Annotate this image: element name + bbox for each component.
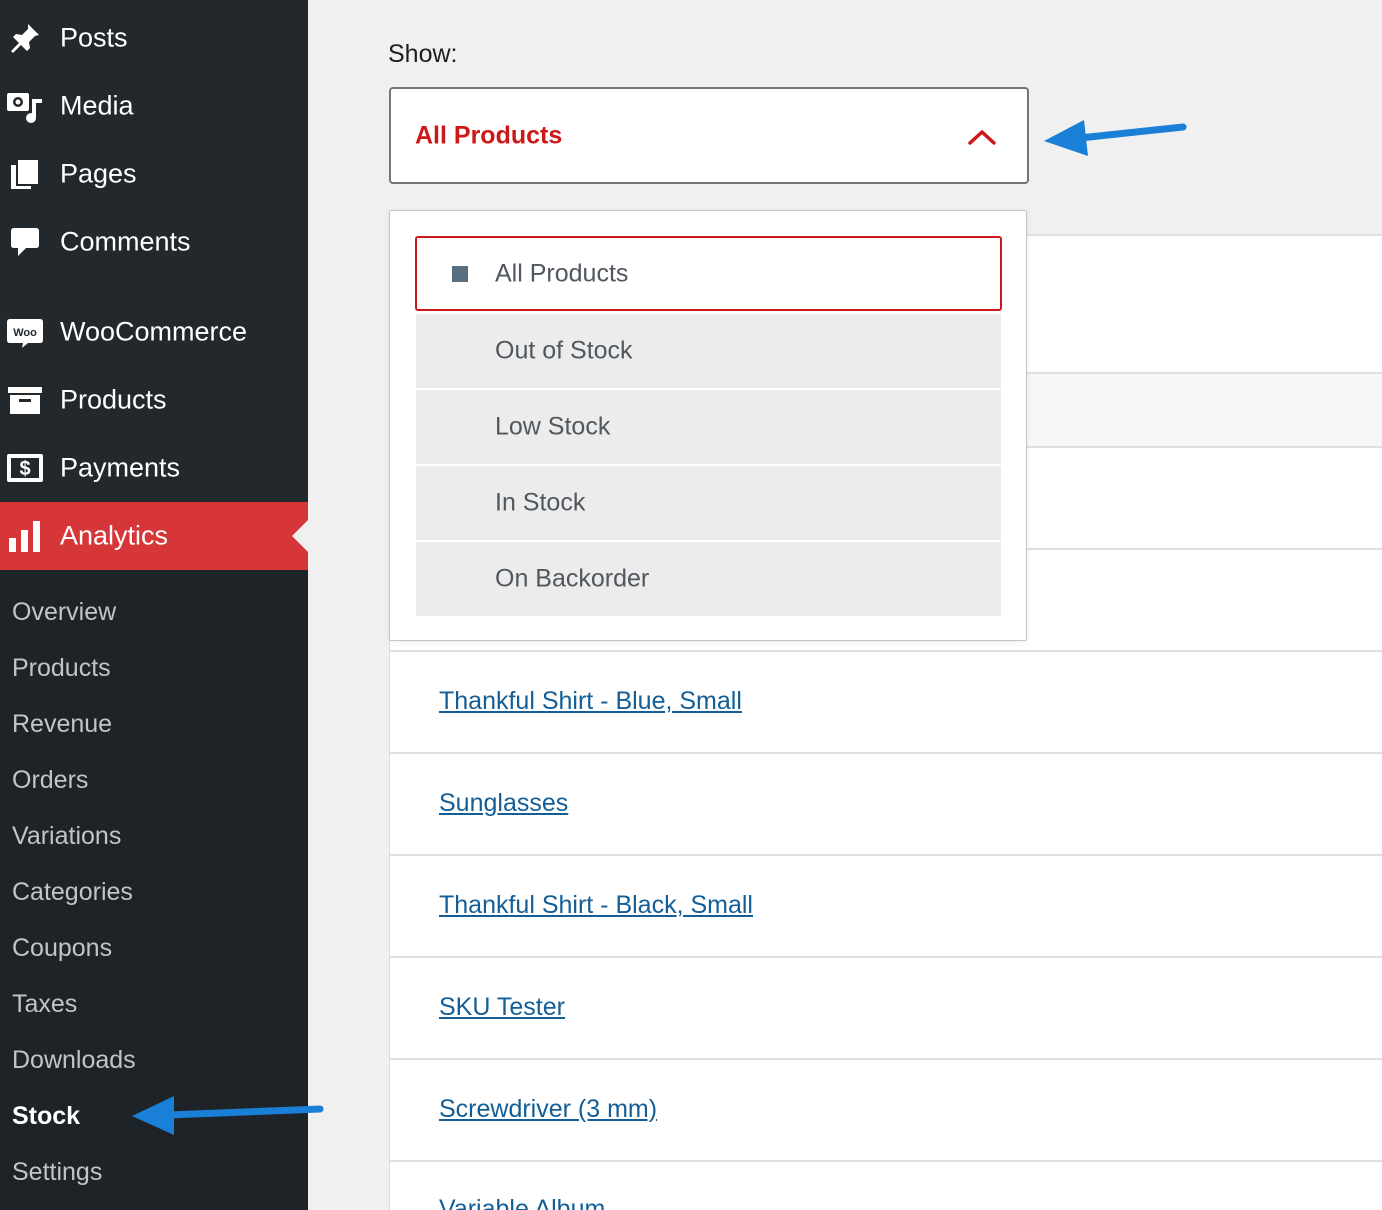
selected-marker-icon bbox=[452, 265, 468, 282]
woo-badge-text: Woo bbox=[13, 327, 37, 339]
option-in-stock[interactable]: In Stock bbox=[416, 466, 1001, 540]
row-divider bbox=[390, 1058, 1382, 1060]
menu-item-label: Products bbox=[60, 384, 167, 415]
dollar-icon: $ bbox=[6, 449, 44, 487]
option-label: Out of Stock bbox=[495, 336, 633, 365]
show-filter-dropdown: All Products Out of Stock Low Stock In S… bbox=[389, 210, 1027, 641]
admin-sidebar: Posts Media Pages Comments Woo WooCommer… bbox=[0, 0, 308, 1210]
menu-item-posts[interactable]: Posts bbox=[0, 4, 308, 72]
option-all-products[interactable]: All Products bbox=[415, 236, 1002, 311]
option-label: All Products bbox=[495, 259, 629, 287]
chevron-up-icon bbox=[967, 127, 997, 152]
chart-bar-icon bbox=[6, 517, 44, 555]
option-label: On Backorder bbox=[495, 564, 650, 593]
show-filter-label: Show: bbox=[388, 40, 458, 68]
annotation-arrow-icon bbox=[132, 1096, 324, 1135]
submenu-item-taxes[interactable]: Taxes bbox=[12, 990, 77, 1019]
submenu-item-revenue[interactable]: Revenue bbox=[12, 710, 112, 739]
menu-item-label: Posts bbox=[60, 22, 128, 53]
submenu-item-settings[interactable]: Settings bbox=[12, 1158, 102, 1187]
option-label: In Stock bbox=[495, 488, 586, 517]
product-link[interactable]: Variable Album bbox=[439, 1195, 605, 1210]
menu-item-woocommerce[interactable]: Woo WooCommerce bbox=[0, 298, 308, 366]
submenu-item-stock[interactable]: Stock bbox=[12, 1102, 80, 1131]
row-divider bbox=[390, 752, 1382, 754]
row-divider bbox=[390, 854, 1382, 856]
menu-item-label: Media bbox=[60, 90, 134, 121]
option-out-of-stock[interactable]: Out of Stock bbox=[416, 314, 1001, 388]
active-pointer bbox=[292, 520, 308, 552]
menu-item-payments[interactable]: $ Payments bbox=[0, 434, 308, 502]
menu-item-analytics[interactable]: Analytics bbox=[0, 502, 308, 570]
option-label: Low Stock bbox=[495, 412, 611, 441]
product-link[interactable]: Thankful Shirt - Black, Small bbox=[439, 891, 753, 920]
submenu-item-variations[interactable]: Variations bbox=[12, 822, 121, 851]
submenu-item-categories[interactable]: Categories bbox=[12, 878, 133, 907]
comment-icon bbox=[6, 223, 44, 261]
menu-item-products[interactable]: Products bbox=[0, 366, 308, 434]
menu-item-label: WooCommerce bbox=[60, 316, 248, 347]
menu-item-label: Comments bbox=[60, 226, 191, 257]
submenu-item-overview[interactable]: Overview bbox=[12, 598, 116, 627]
menu-item-pages[interactable]: Pages bbox=[0, 140, 308, 208]
menu-item-comments[interactable]: Comments bbox=[0, 208, 308, 276]
product-link[interactable]: Sunglasses bbox=[439, 789, 568, 818]
pin-icon bbox=[6, 19, 44, 57]
pages-icon bbox=[6, 155, 44, 193]
menu-item-label: Pages bbox=[60, 158, 137, 189]
option-low-stock[interactable]: Low Stock bbox=[416, 390, 1001, 464]
select-value: All Products bbox=[415, 121, 563, 149]
product-link[interactable]: Screwdriver (3 mm) bbox=[439, 1095, 657, 1124]
archive-icon bbox=[6, 381, 44, 419]
product-link[interactable]: SKU Tester bbox=[439, 993, 565, 1022]
menu-item-media[interactable]: Media bbox=[0, 72, 308, 140]
submenu-item-downloads[interactable]: Downloads bbox=[12, 1046, 136, 1075]
row-divider bbox=[390, 1160, 1382, 1162]
submenu-item-orders[interactable]: Orders bbox=[12, 766, 88, 795]
product-link[interactable]: Thankful Shirt - Blue, Small bbox=[439, 687, 742, 716]
menu-item-label: Payments bbox=[60, 452, 181, 483]
row-divider bbox=[390, 956, 1382, 958]
show-filter-select[interactable]: All Products bbox=[389, 87, 1029, 184]
row-divider bbox=[390, 650, 1382, 652]
submenu-item-products[interactable]: Products bbox=[12, 654, 111, 683]
annotation-arrow-icon bbox=[1044, 120, 1187, 156]
woo-icon: Woo bbox=[6, 313, 44, 351]
option-on-backorder[interactable]: On Backorder bbox=[416, 542, 1001, 616]
submenu-item-coupons[interactable]: Coupons bbox=[12, 934, 112, 963]
media-icon bbox=[6, 87, 44, 125]
menu-item-label: Analytics bbox=[60, 520, 169, 551]
dollar-glyph: $ bbox=[19, 458, 30, 480]
